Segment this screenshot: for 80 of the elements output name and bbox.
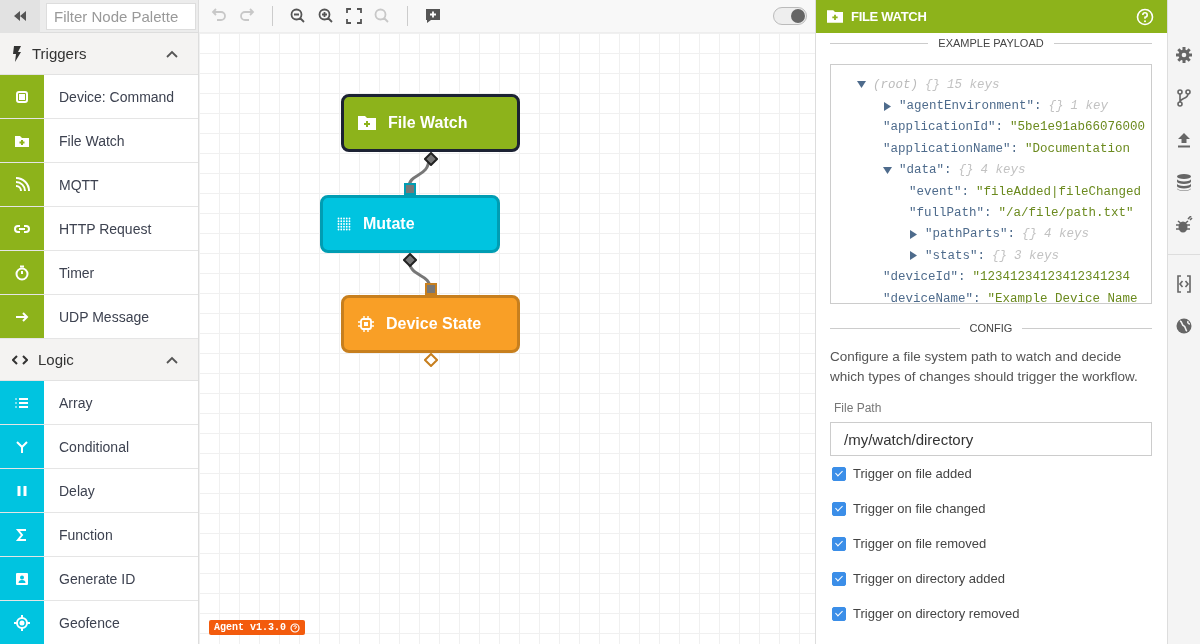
json-key: "applicationName": — [883, 141, 1019, 156]
json-key: "event": — [909, 184, 969, 199]
expand-arrow-icon[interactable] — [883, 165, 892, 175]
checkbox[interactable] — [832, 501, 846, 516]
panel-title: FILE WATCH — [851, 9, 927, 24]
bug-icon[interactable] — [1175, 216, 1193, 234]
json-key: "data": — [899, 163, 952, 178]
json-brace: {} — [958, 163, 974, 178]
json-brace: {} — [925, 77, 941, 92]
input-port[interactable] — [424, 283, 437, 295]
json-value: "12341234123412341234 — [972, 270, 1131, 285]
json-brace: {} — [1022, 227, 1038, 242]
branch-icon[interactable] — [1177, 89, 1191, 107]
palette-item[interactable]: Geofence — [0, 601, 198, 644]
json-brace: {} — [992, 248, 1008, 263]
checkbox-label: Trigger on directory removed — [853, 606, 1020, 621]
collapse-button[interactable] — [0, 0, 40, 33]
json-key: "stats": — [925, 248, 985, 263]
field-label: File Path — [833, 401, 883, 415]
upload-icon[interactable] — [1177, 132, 1191, 148]
checkbox-label: Trigger on directory added — [853, 571, 1005, 586]
file-path-field[interactable]: /my/watch/directory — [830, 422, 1152, 456]
config-description: Configure a file system path to watch and decide which types of changes should trigger the workflow. — [830, 348, 1139, 386]
palette-item[interactable]: Generate ID — [0, 557, 198, 601]
input-port[interactable] — [404, 183, 416, 195]
key-count: 15 keys — [947, 77, 1000, 92]
json-value: "Documentation — [1025, 141, 1131, 156]
expand-arrow-icon[interactable] — [883, 101, 892, 111]
folder-plus-icon — [827, 10, 843, 23]
palette-item[interactable]: Conditional — [0, 425, 198, 469]
json-key: "applicationId": — [883, 120, 1004, 135]
checkbox[interactable] — [832, 606, 846, 621]
json-brace: {} — [1048, 99, 1064, 114]
palette-item[interactable]: UDP Message — [0, 295, 198, 339]
checkbox-label: Trigger on file changed — [853, 501, 986, 516]
palette-item[interactable]: MQTT — [0, 163, 198, 207]
palette-item[interactable]: Timer — [0, 251, 198, 295]
key-count: 3 keys — [1014, 248, 1060, 263]
code-bracket-icon[interactable] — [1177, 275, 1191, 293]
section-header[interactable]: Logic — [0, 339, 198, 381]
globe-icon[interactable] — [1176, 318, 1192, 334]
key-count: 4 keys — [1044, 227, 1090, 242]
palette-item[interactable]: Device: Command — [0, 75, 198, 119]
json-value: "/a/file/path.txt" — [998, 206, 1134, 221]
checkbox[interactable] — [832, 466, 846, 481]
expand-arrow-icon[interactable] — [909, 251, 918, 261]
json-value: "fileAdded|fileChanged — [976, 184, 1142, 199]
filter-field[interactable]: Filter Node Palette — [46, 2, 196, 30]
chip-icon — [358, 316, 374, 332]
json-key: "fullPath": — [909, 206, 992, 221]
checkbox[interactable] — [832, 571, 846, 586]
palette-item[interactable]: File Watch — [0, 119, 198, 163]
folder-plus-icon — [358, 116, 376, 130]
checkbox-label: Trigger on file removed — [853, 536, 987, 551]
json-key: "pathParts": — [925, 227, 1015, 242]
palette-item[interactable]: Function — [0, 513, 198, 557]
toggle-switch[interactable] — [773, 7, 807, 25]
json-key: "deviceId": — [883, 270, 966, 285]
json-value: "5be1e91ab66076000 — [1010, 120, 1146, 135]
key-count: 4 keys — [980, 163, 1026, 178]
palette-item[interactable]: HTTP Request — [0, 207, 198, 251]
database-icon[interactable] — [1176, 173, 1192, 191]
json-key: (root) — [873, 77, 918, 92]
json-key: "deviceName": — [883, 291, 981, 303]
double-arrow-icon — [14, 11, 26, 21]
checkbox-label: Trigger on file added — [853, 466, 972, 481]
settings-icon[interactable] — [1175, 46, 1193, 64]
section-heading: EXAMPLE PAYLOAD — [938, 37, 1044, 49]
expand-arrow-icon[interactable] — [909, 229, 918, 239]
dot-grid-icon — [337, 217, 351, 231]
key-count: 1 key — [1070, 99, 1109, 114]
lightning-icon — [12, 45, 22, 62]
palette-item[interactable]: Array — [0, 381, 198, 425]
json-key: "agentEnvironment": — [899, 99, 1042, 114]
code-icon — [12, 353, 28, 366]
expand-arrow-icon[interactable] — [857, 80, 866, 90]
palette-item[interactable]: Delay — [0, 469, 198, 513]
checkbox[interactable] — [832, 536, 846, 551]
section-header[interactable]: Triggers — [0, 33, 198, 75]
section-heading: CONFIG — [969, 322, 1013, 334]
